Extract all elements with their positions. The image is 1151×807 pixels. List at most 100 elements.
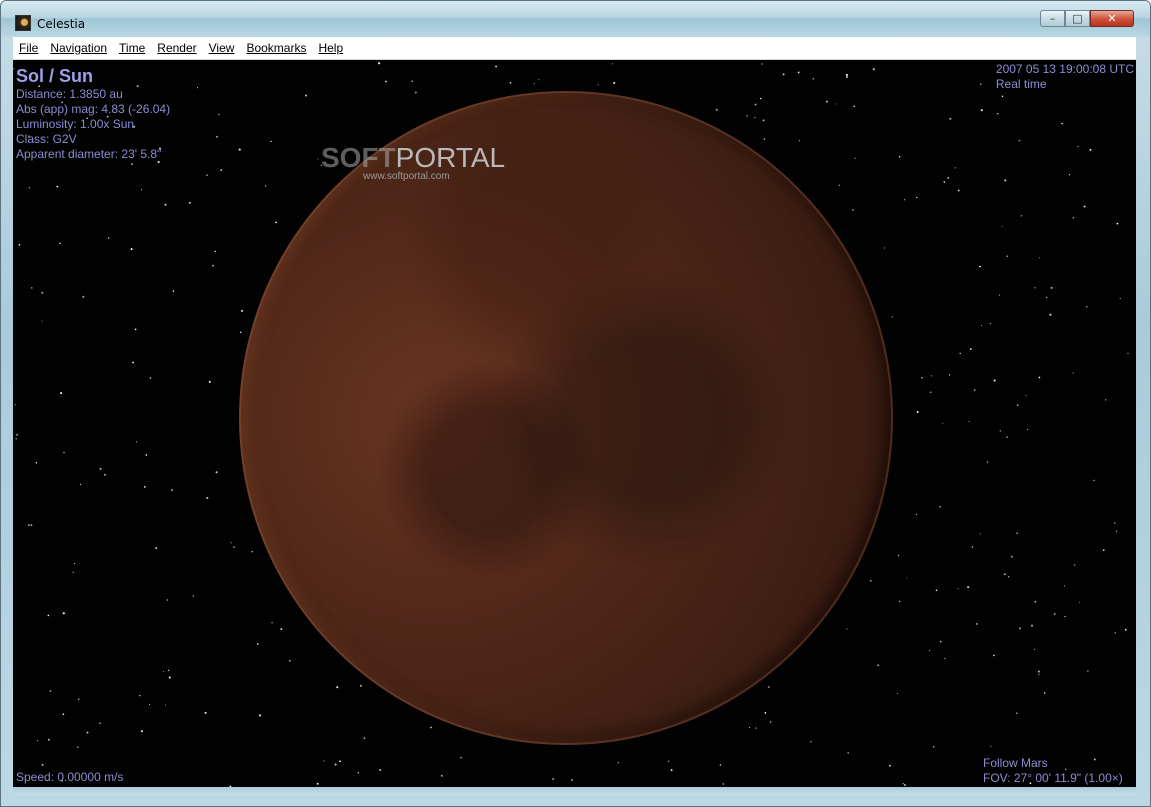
star [903, 783, 906, 787]
star [979, 533, 981, 535]
star [172, 290, 175, 292]
star [797, 71, 800, 74]
star [379, 768, 382, 772]
window-title: Celestia [37, 17, 86, 31]
star [903, 199, 906, 201]
star [31, 287, 33, 289]
star [1038, 673, 1040, 676]
star [1025, 395, 1027, 397]
star [79, 483, 82, 485]
star [1037, 670, 1040, 673]
star [1004, 179, 1007, 182]
star [206, 496, 209, 500]
star [980, 325, 982, 327]
star [944, 657, 946, 660]
star [77, 746, 79, 748]
star [14, 404, 16, 406]
star [722, 783, 725, 785]
star [755, 727, 757, 729]
menu-time[interactable]: Time [113, 37, 151, 59]
apparent-diameter-text: Apparent diameter: 23' 5.8" [16, 147, 162, 161]
menu-navigation[interactable]: Navigation [44, 37, 113, 59]
star [363, 737, 366, 740]
star [667, 760, 670, 762]
star [1031, 624, 1033, 627]
star [754, 116, 756, 119]
star [509, 81, 512, 84]
star [1113, 522, 1116, 524]
star [357, 772, 360, 774]
menu-help[interactable]: Help [312, 37, 349, 59]
star [165, 704, 167, 706]
star [943, 181, 946, 183]
star [62, 612, 65, 615]
star [230, 542, 232, 544]
maximize-button[interactable]: □ [1065, 10, 1090, 27]
space-viewport[interactable]: Sol / Sun Distance: 1.3850 au Abs (app) … [13, 60, 1136, 787]
star [167, 669, 170, 672]
star [1064, 615, 1066, 618]
star [999, 430, 1002, 432]
star [62, 713, 65, 716]
star [989, 322, 991, 325]
star [140, 189, 143, 191]
star [41, 763, 44, 766]
star [414, 91, 417, 94]
star [763, 138, 766, 140]
star [979, 265, 981, 268]
star [889, 764, 891, 767]
star [746, 115, 748, 117]
star [1077, 145, 1079, 148]
star [916, 196, 918, 199]
star [72, 571, 74, 574]
star [954, 167, 956, 169]
star [748, 727, 750, 729]
star [759, 97, 762, 100]
follow-info: Follow Mars FOV: 27° 00' 11.9" (1.00×) [983, 756, 1123, 786]
star [1089, 148, 1092, 151]
star [1074, 564, 1076, 566]
star [847, 752, 849, 754]
star [288, 659, 291, 662]
menu-render[interactable]: Render [151, 37, 202, 59]
star [1086, 305, 1088, 308]
star [495, 65, 498, 68]
star [140, 730, 144, 733]
menu-view[interactable]: View [203, 37, 241, 59]
star [854, 157, 856, 160]
star [929, 650, 931, 652]
minimize-button[interactable]: – [1040, 10, 1065, 27]
star [59, 242, 61, 245]
star [218, 113, 220, 116]
star [980, 83, 982, 85]
star [208, 380, 211, 383]
star [835, 103, 837, 105]
star [264, 185, 267, 187]
planet-rim [239, 91, 893, 745]
title-bar[interactable]: Celestia – □ ✕ [1, 1, 1150, 37]
star [597, 84, 599, 86]
star [334, 763, 337, 766]
star [1046, 296, 1048, 298]
star [28, 186, 31, 189]
star [214, 250, 217, 253]
star [1001, 95, 1004, 98]
star [715, 108, 718, 111]
close-button[interactable]: ✕ [1090, 10, 1134, 27]
star [1038, 376, 1041, 379]
menu-file[interactable]: File [13, 37, 44, 59]
star [949, 117, 952, 120]
star [980, 109, 983, 112]
star [670, 769, 673, 772]
star [204, 711, 207, 714]
star [838, 184, 840, 186]
menu-bookmarks[interactable]: Bookmarks [240, 37, 312, 59]
star [136, 441, 138, 443]
star [56, 185, 59, 188]
star [1007, 576, 1010, 578]
star [957, 588, 959, 590]
star [1049, 313, 1052, 316]
star [764, 712, 767, 714]
star [942, 422, 944, 424]
celestia-app-icon[interactable] [15, 15, 31, 31]
